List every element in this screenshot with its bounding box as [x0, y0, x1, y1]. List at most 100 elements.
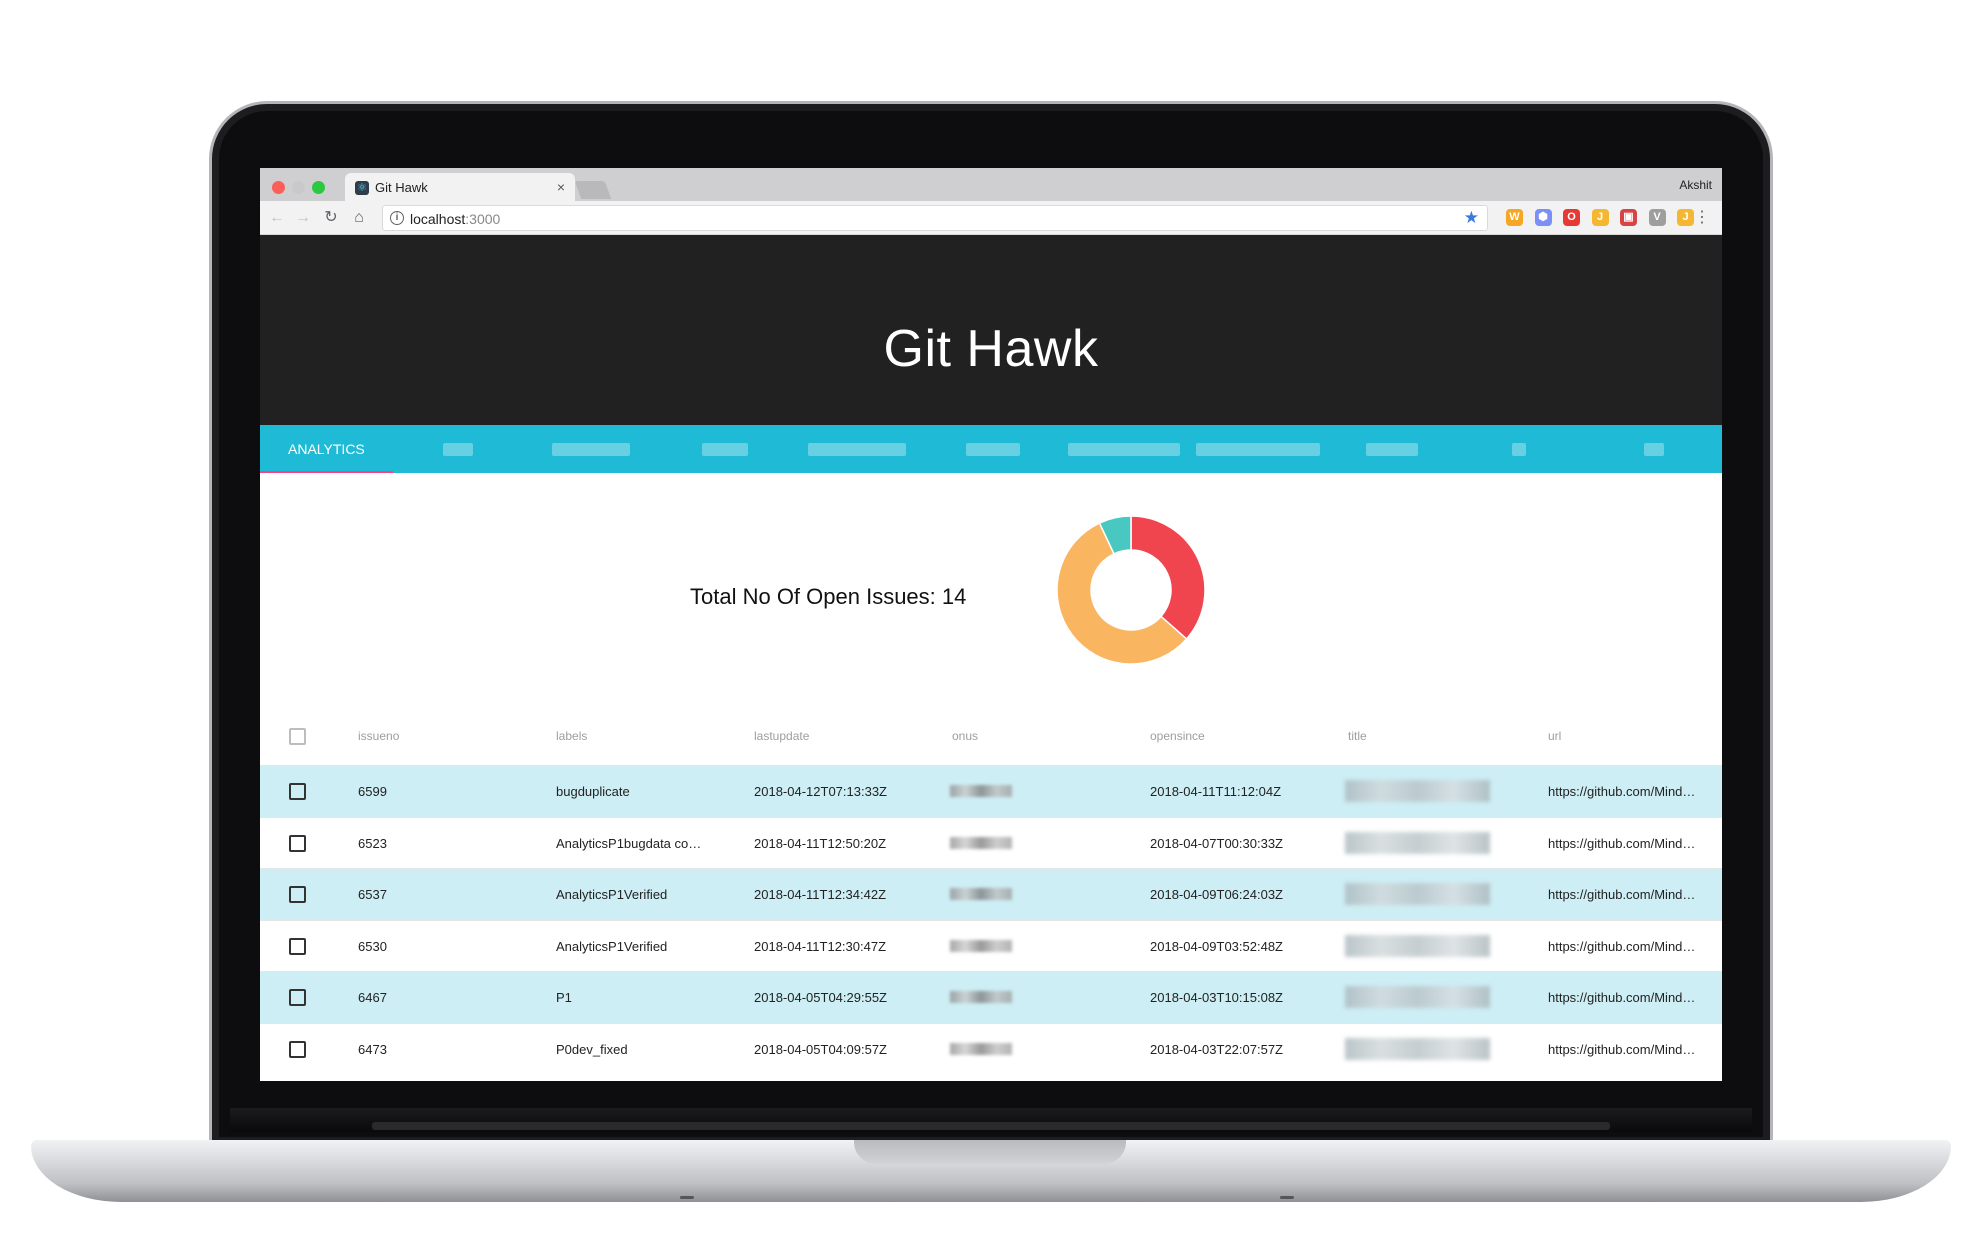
table-row[interactable]: 6473 P0dev_fixed 2018-04-05T04:09:57Z 2018-… [260, 1022, 1722, 1075]
redacted-tab[interactable] [552, 443, 630, 456]
cell-url[interactable]: https://github.com/Mind… [1548, 836, 1706, 851]
redacted-onus [950, 785, 1012, 797]
table-row[interactable]: 6537 AnalyticsP1Verified 2018-04-11T12:34:… [260, 868, 1722, 920]
cell-lastupdate: 2018-04-12T07:13:33Z [754, 784, 887, 799]
cell-issueno: 6530 [358, 938, 387, 954]
table-row[interactable]: 6530 AnalyticsP1Verified 2018-04-11T12:30:… [260, 919, 1722, 972]
redacted-tab[interactable] [1644, 443, 1664, 456]
column-header-lastupdate[interactable]: lastupdate [754, 729, 809, 743]
info-icon[interactable]: i [390, 211, 404, 225]
redacted-title [1345, 1037, 1490, 1060]
redacted-onus [950, 939, 1012, 952]
redacted-tab[interactable] [1366, 443, 1418, 456]
redacted-tab[interactable] [1512, 443, 1526, 456]
redacted-tab[interactable] [443, 443, 473, 456]
active-tab-indicator [260, 471, 393, 473]
row-checkbox[interactable] [289, 989, 306, 1006]
cell-opensince: 2018-04-03T10:15:08Z [1150, 990, 1283, 1005]
redacted-title [1345, 780, 1490, 802]
zoom-window-button[interactable] [312, 181, 325, 194]
extension-2-icon[interactable]: ⬢ [1534, 209, 1552, 226]
close-tab-icon[interactable]: × [557, 179, 565, 195]
new-tab-button[interactable] [574, 181, 612, 199]
select-all-checkbox[interactable] [289, 728, 306, 745]
home-icon[interactable]: ⌂ [348, 207, 370, 229]
table-row[interactable]: 6523 AnalyticsP1bugdata co… 2018-04-11T12:… [260, 816, 1722, 869]
row-checkbox[interactable] [289, 937, 306, 955]
laptop-frame: ⚛ Git Hawk × Akshit ← → ↻ ⌂ i localhost:… [0, 0, 1982, 1252]
tab-label: ANALYTICS [288, 441, 365, 457]
tab-analytics[interactable]: ANALYTICS [260, 425, 393, 473]
redacted-tab[interactable] [1068, 443, 1180, 456]
forward-icon[interactable]: → [292, 207, 314, 229]
screen: ⚛ Git Hawk × Akshit ← → ↻ ⌂ i localhost:… [260, 168, 1722, 1081]
cell-issueno: 6523 [358, 835, 387, 851]
cell-labels: AnalyticsP1Verified [556, 887, 668, 902]
reload-icon[interactable]: ↻ [320, 207, 342, 229]
cell-labels: bugduplicate [556, 784, 630, 799]
table-row[interactable]: 6599 bugduplicate 2018-04-12T07:13:33Z 2018… [260, 765, 1722, 817]
row-checkbox[interactable] [289, 783, 306, 800]
cell-issueno: 6599 [358, 784, 387, 799]
redacted-tab[interactable] [966, 443, 1020, 456]
minimize-window-button[interactable] [292, 181, 305, 194]
column-header-onus[interactable]: onus [952, 729, 978, 743]
close-window-button[interactable] [272, 181, 285, 194]
laptop-foot [680, 1196, 694, 1199]
extension-4-icon[interactable]: J [1591, 209, 1609, 226]
extension-7-icon[interactable]: J [1677, 209, 1694, 226]
row-checkbox[interactable] [289, 886, 306, 903]
nav-tabs: ANALYTICS [260, 425, 1722, 473]
redacted-tab[interactable] [808, 443, 906, 456]
extension-5-icon[interactable]: ▣ [1620, 209, 1637, 226]
donut-slice-1[interactable] [1130, 515, 1206, 640]
redacted-onus [950, 1042, 1012, 1055]
bookmark-star-icon[interactable]: ★ [1464, 208, 1479, 228]
column-header-labels[interactable]: labels [556, 729, 587, 743]
cell-lastupdate: 2018-04-11T12:34:42Z [754, 887, 887, 902]
cell-opensince: 2018-04-03T22:07:57Z [1150, 1041, 1283, 1057]
cell-opensince: 2018-04-11T11:12:04Z [1150, 784, 1282, 799]
app-header: Git Hawk [260, 235, 1722, 425]
browser-toolbar: ← → ↻ ⌂ i localhost:3000 ★ W ⬢ O J ▣ V J ⋮ [260, 201, 1722, 235]
opera-icon[interactable]: O [1563, 209, 1580, 226]
laptop-foot [1280, 1196, 1294, 1199]
redacted-title [1345, 883, 1490, 905]
laptop-notch [854, 1140, 1126, 1164]
cell-labels: P1 [556, 990, 572, 1005]
address-bar[interactable]: i localhost:3000 ★ [382, 205, 1488, 231]
redacted-onus [950, 991, 1012, 1003]
browser-menu-icon[interactable]: ⋮ [1694, 207, 1710, 227]
cell-url[interactable]: https://github.com/Mind… [1548, 887, 1706, 902]
table-row[interactable]: 6467 P1 2018-04-05T04:29:55Z 2018-04-03T10:… [260, 971, 1722, 1023]
cell-opensince: 2018-04-09T06:24:03Z [1150, 887, 1283, 902]
cell-url[interactable]: https://github.com/Mind… [1548, 1042, 1706, 1057]
redacted-title [1345, 986, 1490, 1008]
extension-1-icon[interactable]: W [1506, 209, 1523, 226]
redacted-tab[interactable] [1196, 443, 1320, 456]
cell-url[interactable]: https://github.com/Mind… [1548, 990, 1706, 1005]
browser-tab[interactable]: ⚛ Git Hawk × [345, 173, 575, 201]
profile-name[interactable]: Akshit [1679, 178, 1712, 192]
cell-lastupdate: 2018-04-11T12:50:20Z [754, 835, 887, 851]
row-checkbox[interactable] [289, 834, 306, 852]
issues-table: issueno labels lastupdate onus opensince… [260, 709, 1722, 1074]
cell-lastupdate: 2018-04-05T04:29:55Z [754, 990, 887, 1005]
column-header-url[interactable]: url [1548, 729, 1561, 743]
cell-labels: P0dev_fixed [556, 1041, 628, 1057]
cell-url[interactable]: https://github.com/Mind… [1548, 939, 1706, 954]
cell-labels: AnalyticsP1Verified [556, 938, 668, 954]
row-checkbox[interactable] [289, 1040, 306, 1058]
column-header-title[interactable]: title [1348, 729, 1367, 743]
column-header-opensince[interactable]: opensince [1150, 729, 1205, 743]
column-header-issueno[interactable]: issueno [358, 729, 399, 743]
laptop-hinge [372, 1122, 1610, 1130]
open-issues-summary: Total No Of Open Issues: 14 [690, 584, 967, 609]
cell-url[interactable]: https://github.com/Mind… [1548, 784, 1706, 799]
browser-tab-strip: ⚛ Git Hawk × Akshit [260, 168, 1722, 201]
redacted-onus [950, 836, 1012, 849]
vue-devtools-icon[interactable]: V [1648, 209, 1666, 226]
back-icon[interactable]: ← [266, 207, 288, 229]
redacted-tab[interactable] [702, 443, 748, 456]
redacted-title [1345, 831, 1490, 854]
